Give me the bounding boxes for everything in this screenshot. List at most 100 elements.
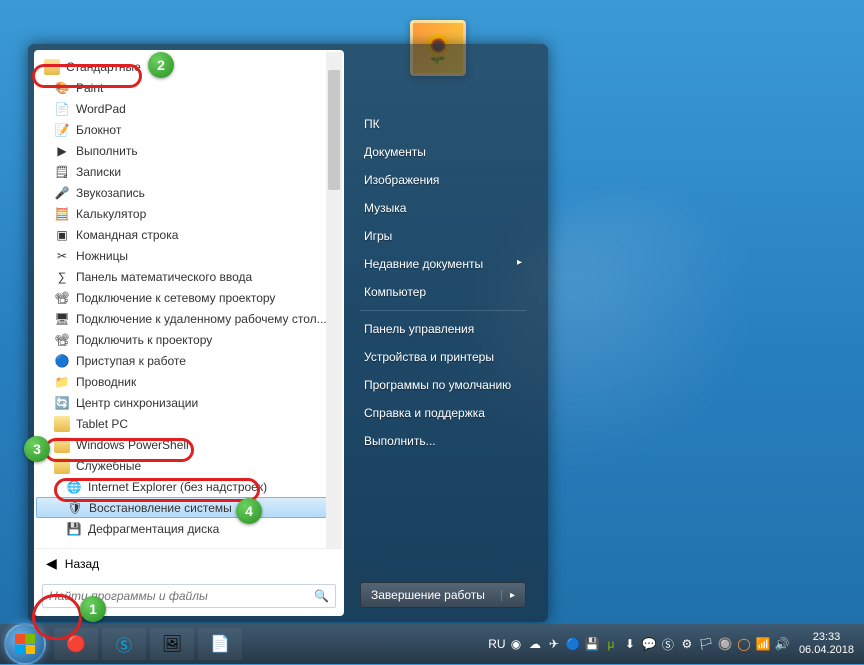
program-label: Paint xyxy=(76,81,103,95)
tray-icon[interactable]: 💬 xyxy=(641,636,657,652)
program-label: Дефрагментация диска xyxy=(88,522,219,536)
subfolder-item[interactable]: Служебные xyxy=(36,455,342,476)
start-button[interactable] xyxy=(4,623,46,665)
tray-save-icon[interactable]: 💾 xyxy=(584,636,600,652)
program-item[interactable]: 📽Подключение к сетевому проектору xyxy=(36,287,342,308)
taskbar-item-notepad[interactable]: 📄 xyxy=(198,628,242,660)
sub-program-item[interactable]: 🛡Восстановление системы xyxy=(36,497,342,518)
taskbar-item-app[interactable]: 🖼 xyxy=(150,628,194,660)
right-item-run[interactable]: Выполнить... xyxy=(360,427,526,455)
app-icon: 🔵 xyxy=(54,353,70,369)
scroll-thumb[interactable] xyxy=(328,70,340,190)
windows-logo-icon xyxy=(15,634,35,654)
search-input[interactable] xyxy=(49,589,314,603)
program-label: Командная строка xyxy=(76,228,178,242)
right-item-pc[interactable]: ПК xyxy=(360,110,526,138)
taskbar-item-skype[interactable]: Ⓢ xyxy=(102,628,146,660)
app-icon: ▣ xyxy=(54,227,70,243)
folder-label: Windows PowerShell xyxy=(76,438,189,452)
program-item[interactable]: 📁Проводник xyxy=(36,371,342,392)
right-item-documents[interactable]: Документы xyxy=(360,138,526,166)
tray-icon[interactable]: ⬇ xyxy=(622,636,638,652)
tray-skype-icon[interactable]: Ⓢ xyxy=(660,636,676,652)
app-icon: ∑ xyxy=(54,269,70,285)
program-label: Панель математического ввода xyxy=(76,270,252,284)
folder-icon xyxy=(44,59,60,75)
program-label: Ножницы xyxy=(76,249,128,263)
right-item-recent[interactable]: Недавние документы xyxy=(360,250,526,278)
folder-icon xyxy=(54,437,70,453)
program-label: Подключение к удаленному рабочему стол..… xyxy=(76,312,327,326)
tray-flag-icon[interactable]: 🏳 xyxy=(698,636,714,652)
program-item[interactable]: 🎤Звукозапись xyxy=(36,182,342,203)
clock-time: 23:33 xyxy=(799,631,854,644)
tray-icon[interactable]: ⚙ xyxy=(679,636,695,652)
program-item[interactable]: 📽 Подключить к проектору xyxy=(36,329,342,350)
program-item[interactable]: 🔵 Приступая к работе xyxy=(36,350,342,371)
sub-program-item[interactable]: 🌐Internet Explorer (без надстроек) xyxy=(36,476,342,497)
start-menu-left-panel: Стандартные 🎨 Paint 📄WordPad📝Блокнот▶Выпол… xyxy=(34,50,344,616)
program-label: Приступая к работе xyxy=(76,354,186,368)
right-item-pictures[interactable]: Изображения xyxy=(360,166,526,194)
program-item[interactable]: 🖥Подключение к удаленному рабочему стол.… xyxy=(36,308,342,329)
clock[interactable]: 23:33 06.04.2018 xyxy=(799,631,854,657)
program-item[interactable]: ✂ Ножницы xyxy=(36,245,342,266)
app-icon: 💾 xyxy=(66,521,82,537)
tray-network-icon[interactable]: 📶 xyxy=(755,636,771,652)
program-item[interactable]: 📝Блокнот xyxy=(36,119,342,140)
back-label: Назад xyxy=(65,557,99,571)
start-menu-right-panel: ПК Документы Изображения Музыка Игры Нед… xyxy=(344,50,542,616)
back-button[interactable]: ◀ Назад xyxy=(36,548,342,578)
right-item-devices[interactable]: Устройства и принтеры xyxy=(360,343,526,371)
program-item[interactable]: ▣ Командная строка xyxy=(36,224,342,245)
program-label: Калькулятор xyxy=(76,207,146,221)
sub-program-item[interactable]: 💾 Дефрагментация диска xyxy=(36,518,342,539)
folder-label: Tablet PC xyxy=(76,417,128,431)
app-icon: 🎨 xyxy=(54,80,70,96)
right-item-games[interactable]: Игры xyxy=(360,222,526,250)
tray-volume-icon[interactable]: 🔊 xyxy=(774,636,790,652)
right-item-control-panel[interactable]: Панель управления xyxy=(360,315,526,343)
tray-opera-icon[interactable]: ◯ xyxy=(736,636,752,652)
clock-date: 06.04.2018 xyxy=(799,644,854,657)
right-item-music[interactable]: Музыка xyxy=(360,194,526,222)
program-item[interactable]: 🗒Записки xyxy=(36,161,342,182)
lang-indicator[interactable]: RU xyxy=(489,636,505,652)
subfolder-item[interactable]: Tablet PC xyxy=(36,413,342,434)
app-icon: 📽 xyxy=(54,332,70,348)
program-item[interactable]: 📄WordPad xyxy=(36,98,342,119)
program-label: Записки xyxy=(76,165,121,179)
tray-telegram-icon[interactable]: ✈ xyxy=(546,636,562,652)
right-item-computer[interactable]: Компьютер xyxy=(360,278,526,306)
folder-accessories[interactable]: Стандартные xyxy=(36,56,342,77)
app-icon: 🔄 xyxy=(54,395,70,411)
tray-icon[interactable]: ☁ xyxy=(527,636,543,652)
start-menu: Стандартные 🎨 Paint 📄WordPad📝Блокнот▶Выпол… xyxy=(28,44,548,622)
subfolder-item[interactable]: Windows PowerShell xyxy=(36,434,342,455)
program-item[interactable]: 🎨 Paint xyxy=(36,77,342,98)
shutdown-button[interactable]: Завершение работы xyxy=(360,582,526,608)
search-box[interactable]: 🔍 xyxy=(42,584,336,608)
program-item[interactable]: 🔄Центр синхронизации xyxy=(36,392,342,413)
system-tray: RU ◉ ☁ ✈ 🔵 💾 μ ⬇ 💬 Ⓢ ⚙ 🏳 🔘 ◯ 📶 🔊 23:33 0… xyxy=(489,631,860,657)
tray-icon[interactable]: 🔘 xyxy=(717,636,733,652)
program-label: Подключить к проектору xyxy=(76,333,212,347)
tray-nvidia-icon[interactable]: ◉ xyxy=(508,636,524,652)
program-list: Стандартные 🎨 Paint 📄WordPad📝Блокнот▶Выпол… xyxy=(36,52,342,548)
program-item[interactable]: ▶Выполнить xyxy=(36,140,342,161)
back-arrow-icon: ◀ xyxy=(46,555,57,572)
app-icon: 📁 xyxy=(54,374,70,390)
folder-label: Служебные xyxy=(76,459,141,473)
program-item[interactable]: ∑ Панель математического ввода xyxy=(36,266,342,287)
taskbar-item-opera[interactable]: 🔴 xyxy=(54,628,98,660)
scrollbar[interactable] xyxy=(326,52,342,548)
app-icon: 🌐 xyxy=(66,479,82,495)
app-icon: 🧮 xyxy=(54,206,70,222)
tray-icon[interactable]: 🔵 xyxy=(565,636,581,652)
program-item[interactable]: 🧮 Калькулятор xyxy=(36,203,342,224)
tray-utorrent-icon[interactable]: μ xyxy=(603,636,619,652)
program-label: Восстановление системы xyxy=(89,501,232,515)
app-icon: ✂ xyxy=(54,248,70,264)
right-item-default-programs[interactable]: Программы по умолчанию xyxy=(360,371,526,399)
right-item-help[interactable]: Справка и поддержка xyxy=(360,399,526,427)
